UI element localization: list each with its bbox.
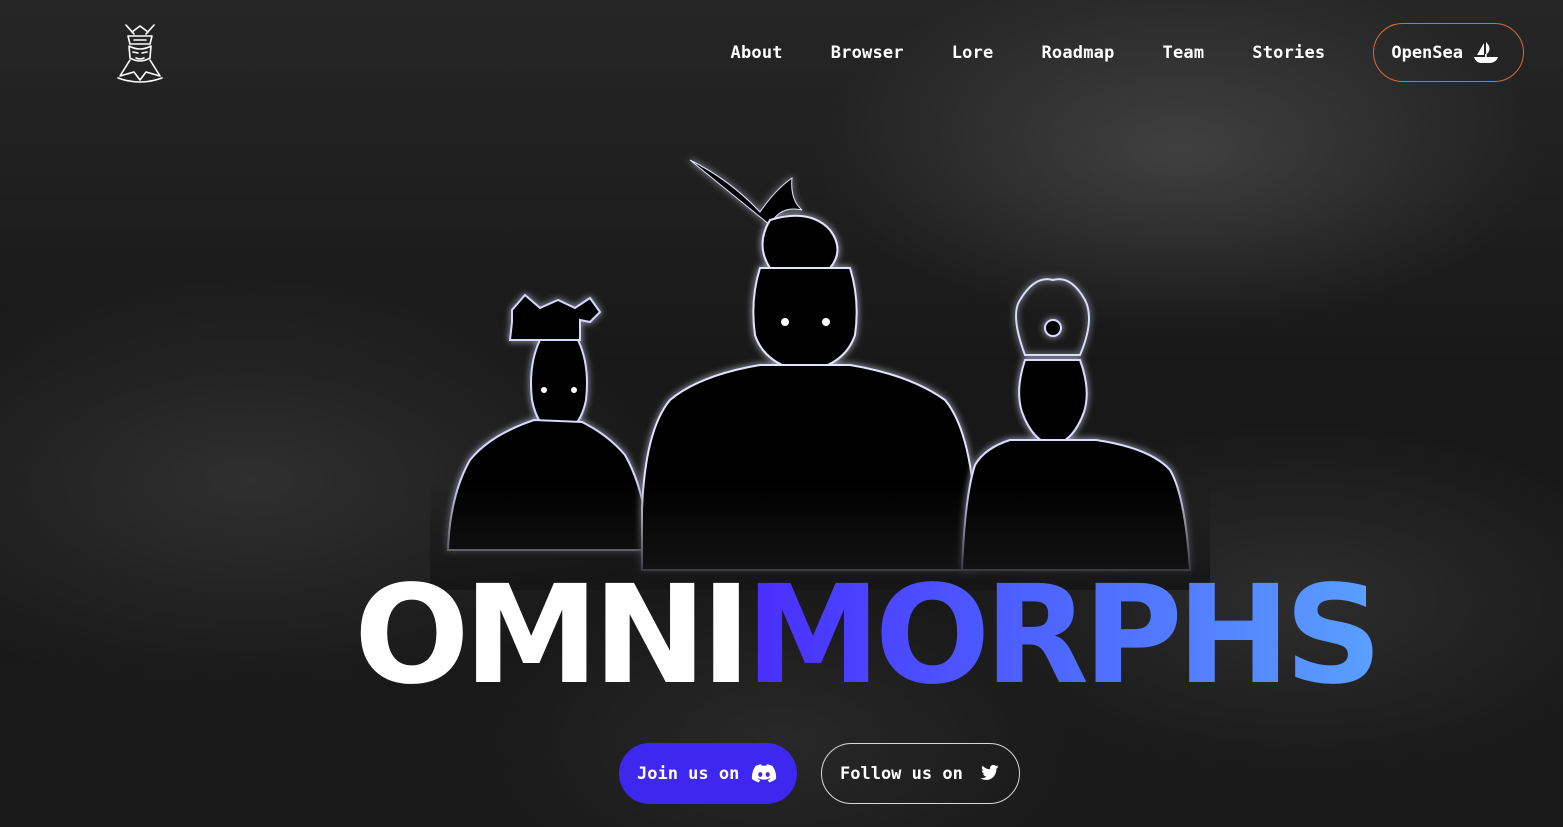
omnimorphs-wordmark: OMNIMORPHS [354,568,1383,704]
hero-characters-illustration [430,150,1210,590]
discord-icon [751,763,777,784]
opensea-ship-icon [1473,41,1499,64]
follow-twitter-label: Follow us on [840,763,963,784]
join-discord-button[interactable]: Join us on [619,743,797,804]
nav-stories[interactable]: Stories [1252,43,1325,63]
hero-page: About Browser Lore Roadmap Team Stories … [0,0,1563,827]
logo-icon[interactable] [114,22,166,84]
follow-twitter-button[interactable]: Follow us on [821,743,1020,804]
twitter-icon [975,764,999,784]
nav-team[interactable]: Team [1163,43,1205,63]
nav-about[interactable]: About [731,43,783,63]
wordmark-omni: OMNI [354,557,751,715]
nav-lore[interactable]: Lore [952,43,994,63]
join-discord-label: Join us on [637,763,740,784]
main-nav: About Browser Lore Roadmap Team Stories … [731,22,1524,83]
opensea-label: OpenSea [1391,42,1463,63]
nav-browser[interactable]: Browser [831,43,904,63]
opensea-button[interactable]: OpenSea [1373,23,1524,82]
nav-roadmap[interactable]: Roadmap [1042,43,1115,63]
wordmark-morphs: MORPHS [745,557,1382,715]
